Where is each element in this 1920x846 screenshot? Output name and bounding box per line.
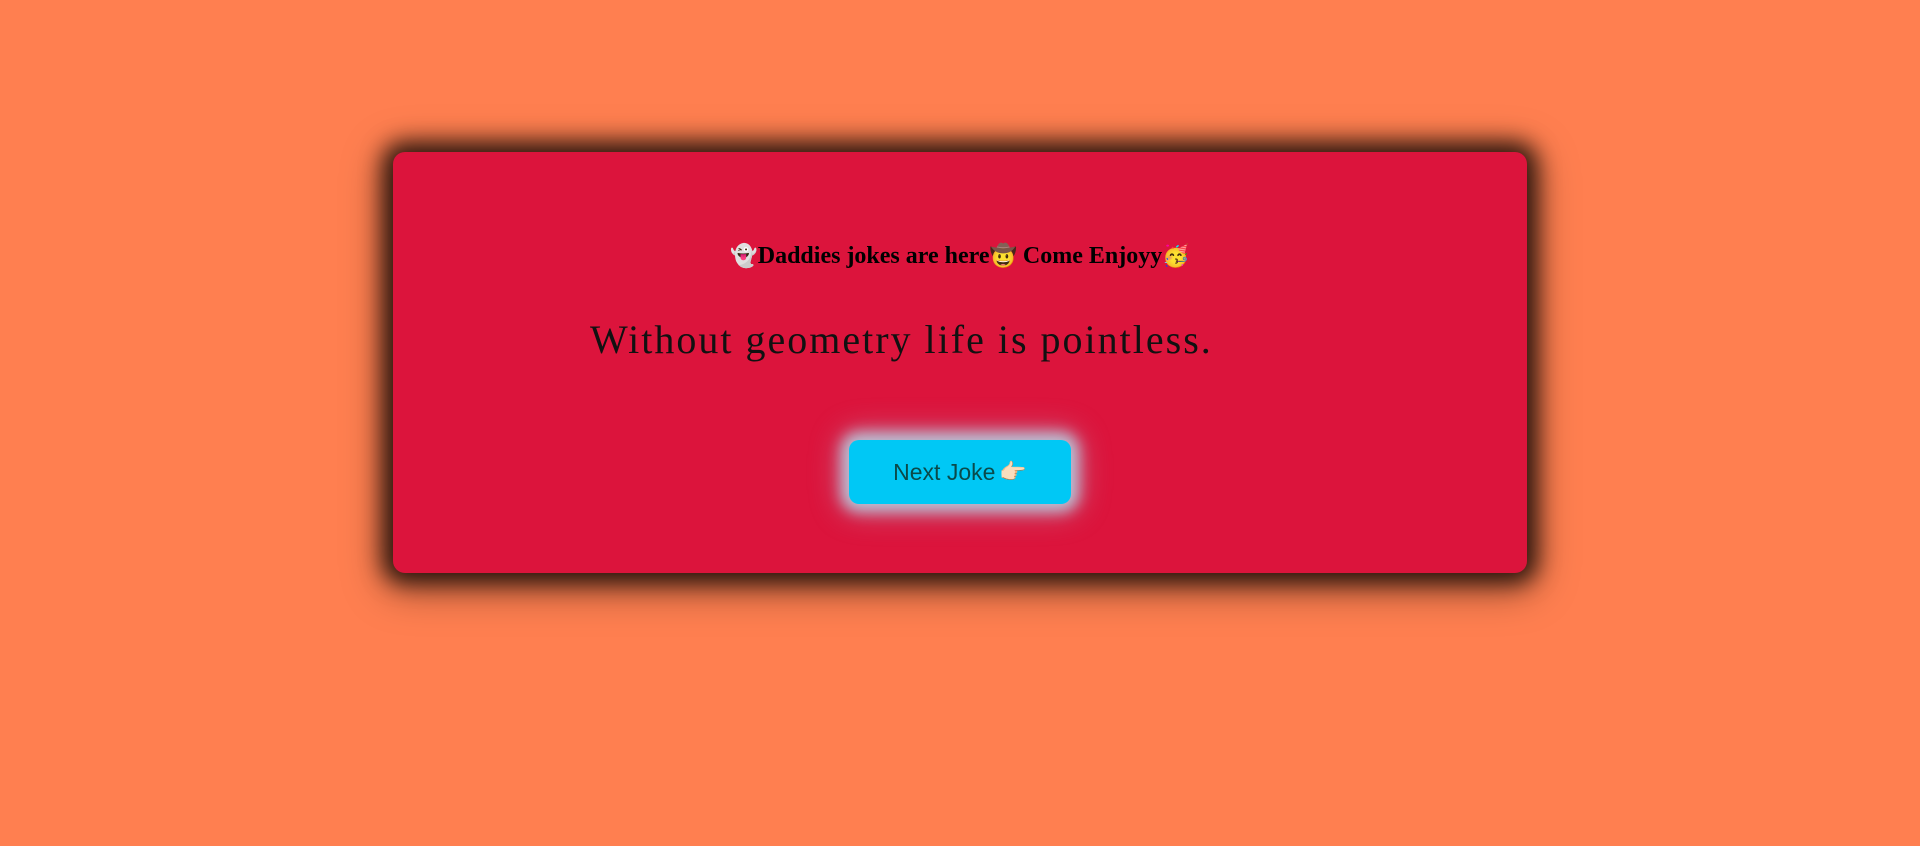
pointing-right-icon: 👉🏻 [999, 459, 1027, 485]
title-text-1: Daddies jokes are here [757, 243, 990, 269]
cowboy-face-icon: 🤠 [989, 244, 1017, 269]
joke-text: Without geometry life is pointless. [590, 317, 1213, 362]
next-joke-label: Next Joke [893, 458, 996, 485]
title-text-2: Come Enjoyy [1016, 243, 1163, 269]
next-joke-button[interactable]: Next Joke 👉🏻 [849, 440, 1071, 504]
party-face-icon: 🥳 [1162, 244, 1190, 269]
page-title: 👻Daddies jokes are here🤠 Come Enjoyy🥳 [393, 244, 1527, 268]
joke-card: 👻Daddies jokes are here🤠 Come Enjoyy🥳 Wi… [393, 152, 1527, 573]
ghost-icon: 👻 [730, 244, 758, 269]
